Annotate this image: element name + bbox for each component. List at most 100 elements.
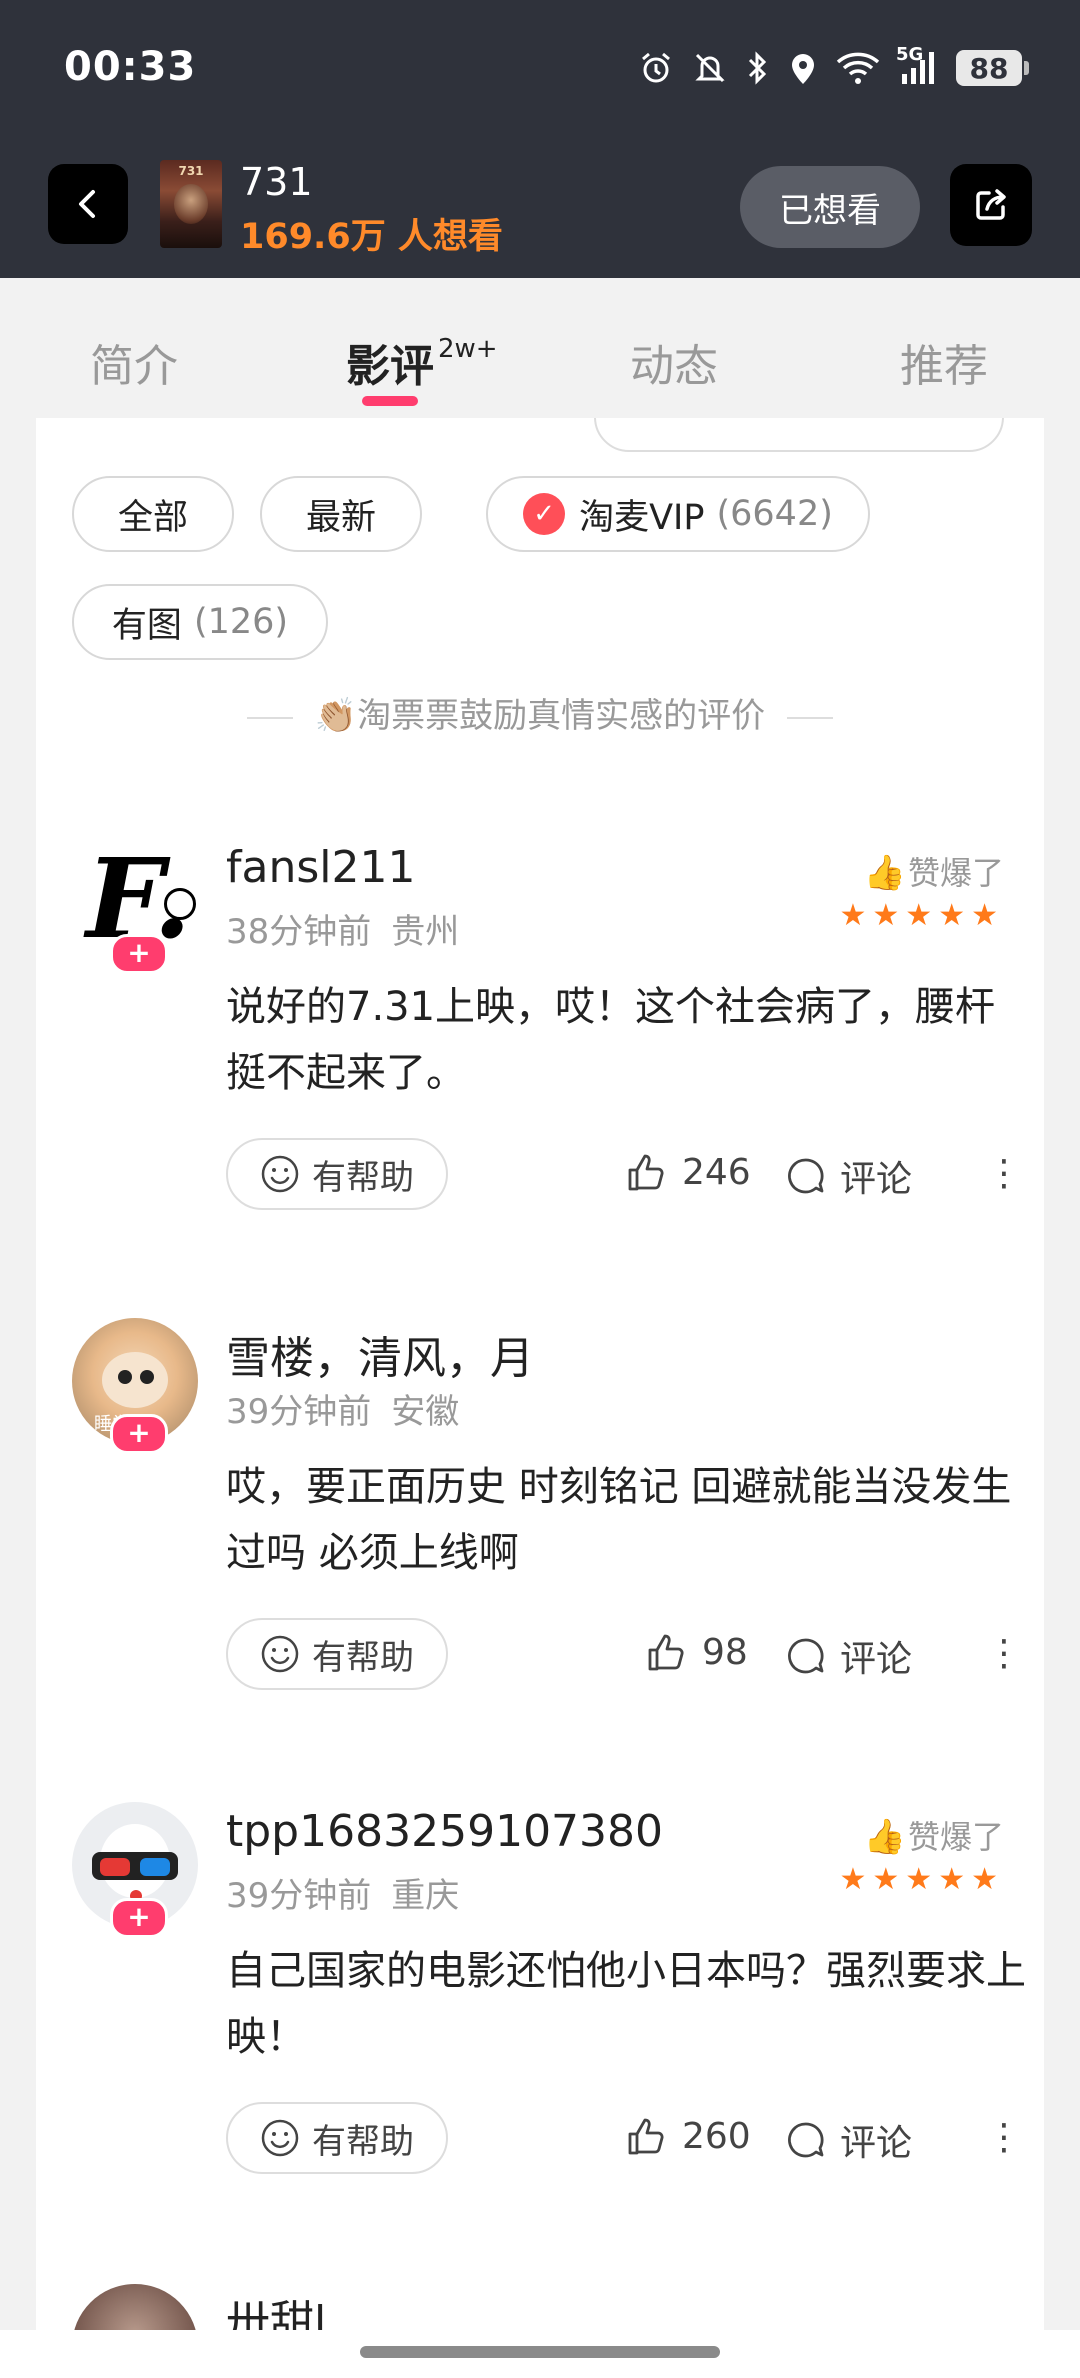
comment-icon bbox=[788, 2122, 824, 2158]
smile-icon bbox=[261, 1635, 299, 1673]
comment-label: 评论 bbox=[840, 2123, 913, 2164]
review-time: 38分钟前 bbox=[226, 912, 372, 952]
follow-button[interactable]: + bbox=[110, 1414, 168, 1454]
share-button[interactable] bbox=[950, 164, 1032, 246]
like-count: 246 bbox=[682, 1151, 751, 1193]
tab-updates[interactable]: 动态 bbox=[630, 330, 718, 394]
movie-title: 731 bbox=[240, 160, 313, 204]
like-count: 260 bbox=[682, 2115, 751, 2157]
tab-reviews-badge: 2w+ bbox=[438, 334, 498, 365]
filter-vip-label: 淘麦VIP bbox=[579, 497, 705, 538]
review-meta: 39分钟前 安徽 bbox=[226, 1384, 459, 1433]
encourage-banner: 👏🏼淘票票鼓励真情实感的评价 bbox=[36, 688, 1044, 737]
praise-label: 👍赞爆了 bbox=[864, 848, 1004, 894]
filter-all[interactable]: 全部 bbox=[72, 476, 234, 552]
want-count: 169.6万 人想看 bbox=[240, 217, 503, 257]
thumb-praise-icon: 👍 bbox=[863, 1817, 906, 1857]
tab-intro-label: 简介 bbox=[90, 341, 178, 392]
helpful-label: 有帮助 bbox=[312, 2121, 414, 2162]
back-arrow-icon bbox=[79, 190, 95, 218]
poster-art bbox=[174, 184, 208, 224]
review-location: 贵州 bbox=[391, 912, 460, 952]
tab-reviews[interactable]: 影评 2w+ bbox=[346, 330, 498, 394]
review-content[interactable]: 说好的7.31上映，哎！这个社会病了，腰杆挺不起来了。 bbox=[226, 974, 1026, 1106]
avatar[interactable]: F. + bbox=[72, 838, 198, 974]
smile-icon bbox=[261, 1155, 299, 1193]
home-indicator[interactable] bbox=[360, 2346, 720, 2358]
comment-label: 评论 bbox=[840, 1639, 913, 1680]
helpful-label: 有帮助 bbox=[312, 1157, 414, 1198]
tab-recommend-label: 推荐 bbox=[900, 341, 988, 392]
helpful-button[interactable]: 有帮助 bbox=[226, 1618, 448, 1690]
tab-recommend[interactable]: 推荐 bbox=[900, 330, 988, 394]
rating-stars: ★★★★★ bbox=[839, 898, 1004, 933]
helpful-button[interactable]: 有帮助 bbox=[226, 2102, 448, 2174]
wifi-icon bbox=[836, 52, 880, 84]
avatar[interactable]: 睡觉中 + bbox=[72, 1318, 198, 1454]
thumb-up-icon bbox=[628, 1154, 664, 1191]
filter-with-pic[interactable]: 有图 (126) bbox=[72, 584, 328, 660]
filter-vip[interactable]: ✓ 淘麦VIP (6642) bbox=[486, 476, 870, 552]
like-button[interactable]: 98 bbox=[644, 1630, 748, 1674]
avatar-face bbox=[164, 888, 196, 920]
comment-label: 评论 bbox=[840, 1159, 913, 1200]
like-button[interactable]: 246 bbox=[624, 1150, 751, 1194]
review-meta: 39分钟前 重庆 bbox=[226, 1868, 459, 1917]
review-time: 39分钟前 bbox=[226, 1392, 372, 1432]
avatar-cat-face bbox=[102, 1352, 168, 1408]
comment-icon bbox=[788, 1638, 824, 1674]
helpful-button[interactable]: 有帮助 bbox=[226, 1138, 448, 1210]
wanted-button[interactable]: 已想看 bbox=[740, 166, 920, 248]
like-button[interactable]: 260 bbox=[624, 2114, 751, 2158]
comment-button[interactable]: 评论 bbox=[786, 1630, 912, 1682]
avatar[interactable]: + bbox=[72, 1802, 198, 1938]
back-button[interactable] bbox=[48, 164, 128, 244]
avatar-lens-left bbox=[100, 1858, 130, 1876]
follow-button[interactable]: + bbox=[110, 934, 168, 974]
tab-intro[interactable]: 简介 bbox=[90, 330, 178, 394]
thumb-praise-icon: 👍 bbox=[863, 853, 906, 893]
review-username[interactable]: 雪楼，清风，月 bbox=[226, 1322, 534, 1386]
like-count: 98 bbox=[702, 1631, 748, 1673]
praise-text: 赞爆了 bbox=[907, 854, 1004, 892]
comment-icon bbox=[788, 1158, 824, 1194]
smile-icon bbox=[261, 2119, 299, 2157]
review-location: 安徽 bbox=[391, 1392, 460, 1432]
more-icon[interactable]: ⋮ bbox=[986, 1630, 1022, 1678]
tab-reviews-label: 影评 bbox=[346, 341, 434, 392]
divider-left bbox=[246, 716, 293, 719]
follow-button[interactable]: + bbox=[110, 1898, 168, 1938]
signal-indicator: 5G bbox=[896, 44, 938, 86]
movie-poster[interactable]: 731 bbox=[160, 160, 222, 248]
helpful-label: 有帮助 bbox=[312, 1637, 414, 1678]
praise-label: 👍赞爆了 bbox=[864, 1812, 1004, 1858]
comment-button[interactable]: 评论 bbox=[786, 2114, 912, 2166]
review-content[interactable]: 哎，要正面历史 时刻铭记 回避就能当没发生过吗 必须上线啊 bbox=[226, 1454, 1026, 1586]
review-content[interactable]: 自己国家的电影还怕他小日本吗？强烈要求上映！ bbox=[226, 1938, 1026, 2070]
bluetooth-icon bbox=[748, 51, 767, 85]
avatar-cat-eye-right bbox=[140, 1370, 154, 1384]
review-username[interactable]: tpp1683259107380 bbox=[226, 1806, 663, 1857]
comment-button[interactable]: 评论 bbox=[786, 1150, 912, 1202]
avatar-lens-right bbox=[140, 1858, 170, 1876]
tab-indicator bbox=[362, 396, 418, 406]
review-item: 睡觉中 + 雪楼，清风，月 39分钟前安徽 哎，要正面历史 时刻铭记 回避就能当… bbox=[36, 1318, 1044, 1798]
filter-with-pic-count: (126) bbox=[193, 602, 289, 642]
filter-latest[interactable]: 最新 bbox=[260, 476, 422, 552]
reviews-panel: 全部 最新 ✓ 淘麦VIP (6642) 有图 (126) 👏🏼淘票票鼓励真情实… bbox=[36, 418, 1044, 2338]
avatar-cat-eye-left bbox=[118, 1370, 132, 1384]
header-bar: 00:33 5G 88 731 731 169.6万 人想看 已想看 bbox=[0, 0, 1080, 278]
filter-vip-count: (6642) bbox=[716, 494, 833, 534]
location-icon bbox=[792, 54, 814, 84]
status-time: 00:33 bbox=[64, 44, 197, 90]
rating-stars: ★★★★★ bbox=[839, 1862, 1004, 1897]
battery-indicator: 88 bbox=[956, 50, 1029, 86]
more-icon[interactable]: ⋮ bbox=[986, 2114, 1022, 2162]
poster-title: 731 bbox=[178, 164, 204, 178]
network-type: 5G bbox=[896, 44, 924, 65]
review-username[interactable]: fansl211 bbox=[226, 842, 415, 893]
review-location: 重庆 bbox=[391, 1876, 460, 1916]
tab-bar: 简介 影评 2w+ 动态 推荐 bbox=[0, 278, 1080, 418]
filter-with-pic-label: 有图 bbox=[111, 605, 182, 646]
more-icon[interactable]: ⋮ bbox=[986, 1150, 1022, 1198]
